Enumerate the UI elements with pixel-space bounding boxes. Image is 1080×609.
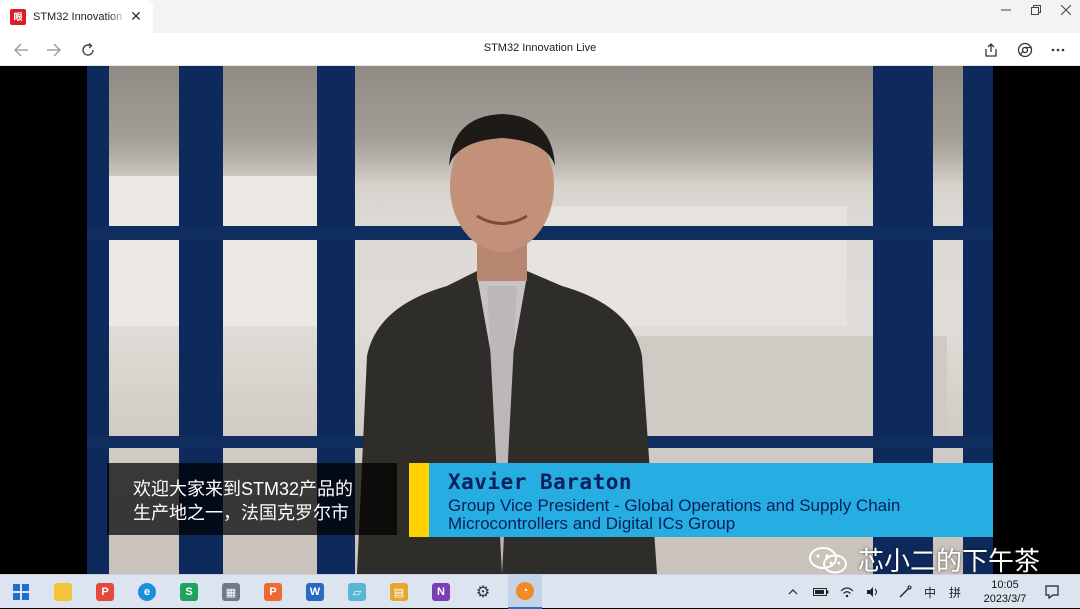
- volume-icon[interactable]: [862, 575, 884, 609]
- watermark: 芯小二的下午茶: [808, 541, 1040, 578]
- windows-taskbar: P e S ▦ P W ▱ ▤ N ⚙ ◔ 中 拼 10:05 2023/3/7: [0, 574, 1080, 609]
- windows-logo-icon: [13, 584, 29, 600]
- browser-app-icon: ◔: [516, 582, 534, 600]
- lower-third-accent: [409, 463, 429, 537]
- pen-icon[interactable]: [894, 575, 916, 609]
- browser-tab[interactable]: 眼 STM32 Innovation Live ✕: [0, 0, 153, 33]
- tab-strip: 眼 STM32 Innovation Live ✕: [0, 0, 1080, 33]
- restore-icon[interactable]: [1020, 0, 1052, 20]
- window-frame: [87, 66, 109, 574]
- onenote-icon: N: [432, 583, 450, 601]
- share-icon[interactable]: [980, 39, 1002, 61]
- wps-sheet-icon: S: [180, 583, 198, 601]
- edge-app[interactable]: e: [130, 575, 164, 609]
- files-icon: ▤: [390, 583, 408, 601]
- wps-presentation-icon: P: [264, 583, 282, 601]
- watermark-text: 芯小二的下午茶: [858, 546, 1041, 576]
- wps-pdf-icon: P: [96, 583, 114, 601]
- subtitle-line: 生产地之一，法国克罗尔市: [133, 503, 349, 523]
- clock-time: 10:05: [991, 579, 1019, 591]
- tab-title: STM32 Innovation Live: [33, 10, 127, 23]
- video-player[interactable]: 欢迎大家来到STM32产品的 生产地之一，法国克罗尔市 Xavier Barat…: [0, 66, 1080, 576]
- show-hidden-icons-chevron-icon[interactable]: [784, 575, 802, 609]
- notepad-icon: ▱: [348, 583, 366, 601]
- site-favicon-icon: 眼: [10, 8, 26, 25]
- files-app[interactable]: ▤: [382, 575, 416, 609]
- more-options-icon[interactable]: [1047, 39, 1069, 61]
- gear-icon: ⚙: [475, 584, 491, 601]
- wps-pdf-app[interactable]: P: [88, 575, 122, 609]
- speaker-group: Microcontrollers and Digital ICs Group: [448, 514, 736, 533]
- word-icon: W: [306, 583, 324, 601]
- word-app[interactable]: W: [298, 575, 332, 609]
- wps-presentation-app[interactable]: P: [256, 575, 290, 609]
- subtitle-line: 欢迎大家来到STM32产品的: [133, 479, 354, 499]
- file-explorer-app[interactable]: [46, 575, 80, 609]
- battery-icon[interactable]: [810, 575, 832, 609]
- calculator-icon: ▦: [222, 583, 240, 601]
- settings-app[interactable]: ⚙: [466, 575, 500, 609]
- wps-sheet-app[interactable]: S: [172, 575, 206, 609]
- start-button[interactable]: [4, 575, 38, 609]
- close-tab-icon[interactable]: ✕: [129, 9, 143, 23]
- wifi-icon[interactable]: [836, 575, 858, 609]
- clock-date: 2023/3/7: [983, 593, 1027, 605]
- speaker-name: Xavier Baraton: [448, 470, 633, 494]
- subtitle-box: 欢迎大家来到STM32产品的 生产地之一，法国克罗尔市: [107, 463, 397, 535]
- navigation-bar: STM32 Innovation Live: [0, 33, 1080, 66]
- ime-mode-indicator[interactable]: 拼: [944, 575, 966, 609]
- speaker-role: Group Vice President - Global Operations…: [448, 496, 901, 515]
- browser-app-active[interactable]: ◔: [508, 575, 542, 609]
- ime-language-indicator[interactable]: 中: [920, 575, 940, 609]
- system-clock[interactable]: 10:05 2023/3/7: [976, 578, 1034, 606]
- onenote-app[interactable]: N: [424, 575, 458, 609]
- edge-icon: e: [138, 583, 156, 601]
- page-title: STM32 Innovation Live: [483, 42, 597, 54]
- folder-icon: [54, 583, 72, 601]
- wechat-icon: [809, 546, 847, 573]
- notepad-app[interactable]: ▱: [340, 575, 374, 609]
- calculator-app[interactable]: ▦: [214, 575, 248, 609]
- chrome-icon[interactable]: [1014, 39, 1036, 61]
- notification-center-icon[interactable]: [1040, 575, 1064, 609]
- minimize-icon[interactable]: [990, 0, 1022, 20]
- close-window-icon[interactable]: [1050, 0, 1080, 20]
